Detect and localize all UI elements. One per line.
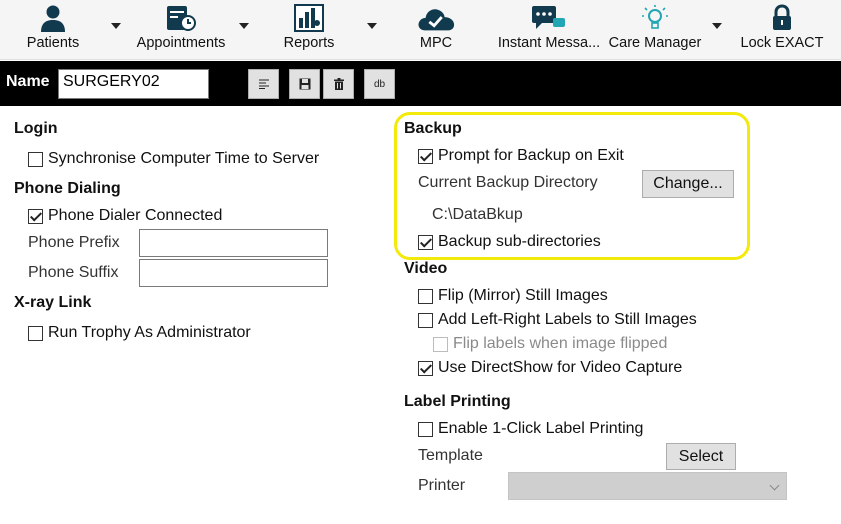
select-template-button[interactable]: Select: [666, 443, 736, 470]
toolbar-label: Patients: [26, 35, 80, 51]
add-lr-labels-label: Add Left-Right Labels to Still Images: [438, 311, 697, 328]
toolbar-patients-button[interactable]: Patients: [22, 0, 84, 60]
align-text-button[interactable]: [248, 69, 279, 99]
backup-subdirs-label: Backup sub-directories: [438, 233, 601, 250]
chevron-down-icon: [769, 480, 780, 491]
align-left-icon: [258, 79, 269, 89]
directshow-label: Use DirectShow for Video Capture: [438, 359, 683, 376]
one-click-printing-row[interactable]: Enable 1-Click Label Printing: [418, 420, 643, 438]
flip-images-label: Flip (Mirror) Still Images: [438, 287, 608, 304]
backup-subdirs-row[interactable]: Backup sub-directories: [418, 233, 601, 251]
add-lr-labels-row[interactable]: Add Left-Right Labels to Still Images: [418, 311, 697, 329]
video-section-title: Video: [404, 260, 448, 277]
calendar-clock-icon: [161, 0, 201, 32]
report-chart-icon: [289, 0, 329, 32]
patient-icon: [33, 0, 73, 32]
one-click-printing-checkbox[interactable]: [418, 421, 433, 437]
save-disk-icon: [299, 78, 310, 90]
toolbar-label: Appointments: [136, 35, 226, 51]
add-lr-labels-checkbox[interactable]: [418, 312, 433, 328]
flip-labels-label: Flip labels when image flipped: [453, 335, 668, 352]
backup-section-title: Backup: [404, 120, 462, 137]
phone-prefix-label: Phone Prefix: [28, 234, 120, 251]
phone-dialer-connected-label: Phone Dialer Connected: [48, 207, 223, 224]
one-click-printing-label: Enable 1-Click Label Printing: [438, 420, 644, 437]
phone-suffix-label: Phone Suffix: [28, 264, 119, 281]
toolbar-label: Lock EXACT: [740, 35, 824, 51]
xray-link-section-title: X-ray Link: [14, 294, 92, 311]
phone-prefix-field[interactable]: [139, 229, 328, 257]
sync-time-checkbox[interactable]: [28, 151, 43, 167]
name-input[interactable]: SURGERY02: [58, 69, 209, 99]
reports-chevron-down-icon[interactable]: [367, 23, 377, 29]
template-label: Template: [418, 447, 483, 464]
padlock-icon: [762, 0, 802, 32]
cloud-check-icon: [416, 0, 456, 32]
name-label: Name: [6, 73, 50, 90]
login-section-title: Login: [14, 120, 58, 137]
prompt-backup-label: Prompt for Backup on Exit: [438, 147, 624, 164]
phone-suffix-field[interactable]: [139, 259, 328, 287]
care-manager-chevron-down-icon[interactable]: [712, 23, 722, 29]
delete-button[interactable]: [323, 69, 354, 99]
phone-dialer-connected-checkbox[interactable]: [28, 208, 43, 224]
save-button[interactable]: [289, 69, 320, 99]
run-trophy-admin-label: Run Trophy As Administrator: [48, 324, 251, 341]
sync-time-label: Synchronise Computer Time to Server: [48, 150, 320, 167]
flip-labels-checkbox: [433, 336, 448, 352]
printer-label: Printer: [418, 477, 466, 494]
chat-icon: [529, 0, 569, 32]
change-directory-button[interactable]: Change...: [642, 170, 734, 198]
phone-dialing-section-title: Phone Dialing: [14, 180, 121, 197]
flip-images-row[interactable]: Flip (Mirror) Still Images: [418, 287, 608, 305]
lightbulb-icon: [635, 0, 675, 32]
run-trophy-admin-row[interactable]: Run Trophy As Administrator: [28, 324, 251, 342]
patients-chevron-down-icon[interactable]: [111, 23, 121, 29]
appointments-chevron-down-icon[interactable]: [239, 23, 249, 29]
toolbar-care-manager-button[interactable]: Care Manager: [606, 0, 704, 60]
backup-directory-value: C:\DataBkup: [432, 206, 523, 223]
toolbar-label: Reports: [283, 35, 335, 51]
toolbar-label: Instant Messa...: [497, 35, 601, 51]
trash-icon: [333, 78, 344, 90]
toolbar-lock-exact-button[interactable]: Lock EXACT: [740, 0, 824, 60]
prompt-backup-row[interactable]: Prompt for Backup on Exit: [418, 147, 624, 165]
flip-images-checkbox[interactable]: [418, 288, 433, 304]
toolbar-instant-messaging-button[interactable]: Instant Messa...: [494, 0, 604, 60]
toolbar-mpc-button[interactable]: MPC: [406, 0, 466, 60]
name-bar: Name SURGERY02 db: [0, 61, 841, 106]
db-button[interactable]: db: [364, 69, 395, 99]
printer-select[interactable]: [508, 472, 787, 500]
toolbar-appointments-button[interactable]: Appointments: [132, 0, 230, 60]
backup-directory-label: Current Backup Directory: [418, 174, 598, 191]
backup-subdirs-checkbox[interactable]: [418, 234, 433, 250]
run-trophy-admin-checkbox[interactable]: [28, 325, 43, 341]
prompt-backup-checkbox[interactable]: [418, 148, 433, 164]
toolbar-reports-button[interactable]: Reports: [278, 0, 340, 60]
sync-time-checkbox-row[interactable]: Synchronise Computer Time to Server: [28, 150, 319, 168]
phone-dialer-connected-row[interactable]: Phone Dialer Connected: [28, 207, 222, 225]
directshow-checkbox[interactable]: [418, 360, 433, 376]
flip-labels-row: Flip labels when image flipped: [433, 335, 667, 353]
label-printing-section-title: Label Printing: [404, 393, 511, 410]
main-toolbar: Patients Appointments Reports MPC Instan…: [0, 0, 841, 60]
toolbar-label: MPC: [419, 35, 453, 51]
toolbar-label: Care Manager: [608, 35, 702, 51]
directshow-row[interactable]: Use DirectShow for Video Capture: [418, 359, 682, 377]
